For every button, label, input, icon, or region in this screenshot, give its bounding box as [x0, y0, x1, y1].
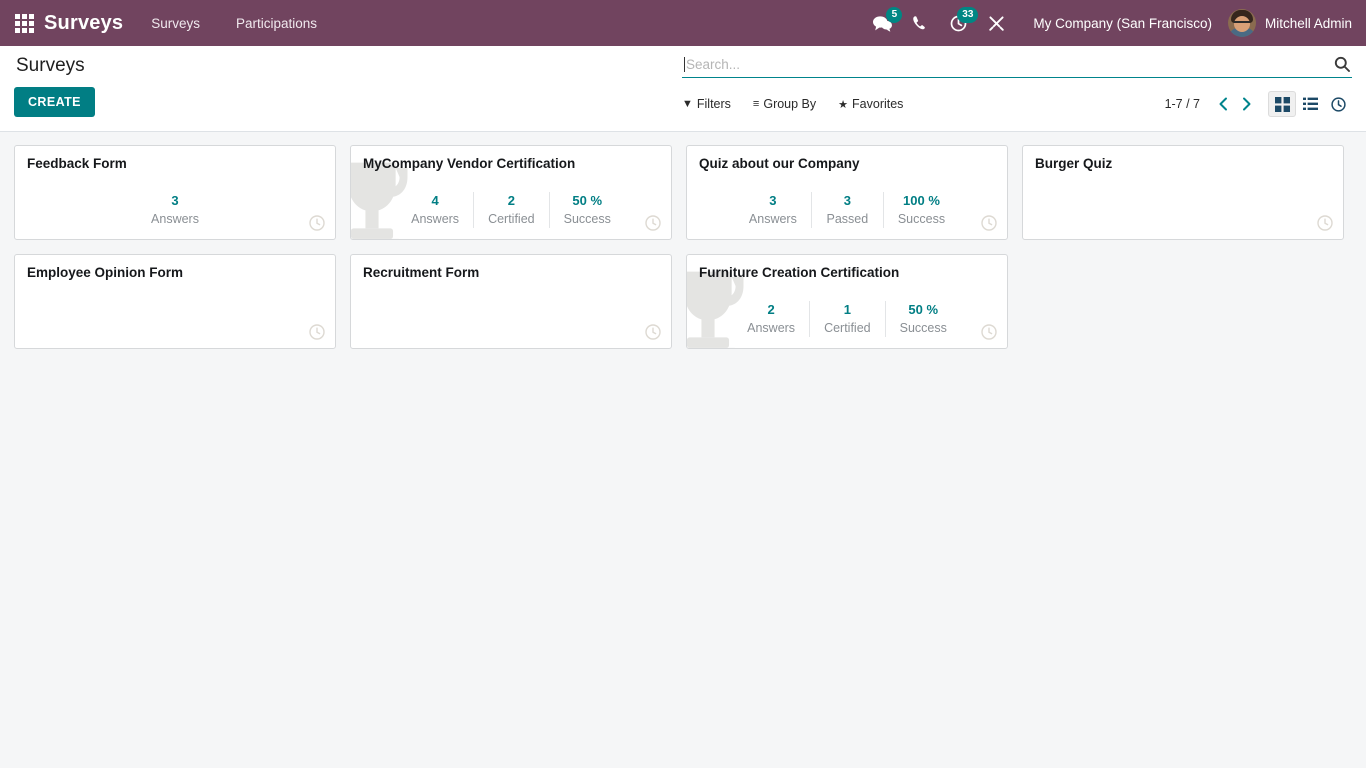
- survey-stat-label: Success: [563, 211, 611, 226]
- control-panel-right: ▼ Filters ≡ Group By ★ Favorites 1-7 / 7: [682, 46, 1352, 117]
- filters-row: ▼ Filters ≡ Group By ★ Favorites 1-7 / 7: [682, 91, 1352, 117]
- survey-card-title: Burger Quiz: [1035, 156, 1113, 171]
- survey-stat[interactable]: 100 % Success: [882, 192, 959, 228]
- filters-label: Filters: [696, 97, 731, 111]
- survey-card-clock-icon[interactable]: [981, 215, 997, 231]
- survey-stat-value: 4: [431, 193, 439, 208]
- user-menu[interactable]: Mitchell Admin: [1227, 9, 1352, 37]
- top-navbar: Surveys Surveys Participations 5 33 My C…: [0, 0, 1366, 46]
- survey-stat-label: Answers: [748, 211, 797, 226]
- activities-clock-icon[interactable]: 33: [943, 7, 979, 38]
- survey-card[interactable]: Burger Quiz: [1022, 145, 1344, 240]
- survey-card-clock-icon[interactable]: [981, 324, 997, 340]
- kanban-view-icon[interactable]: [1268, 91, 1296, 117]
- survey-card[interactable]: Feedback Form 3 Answers: [14, 145, 336, 240]
- survey-card-stats: 3 Answers: [15, 192, 335, 228]
- survey-card-stats: 2 Answers 1 Certified 50 % Success: [687, 301, 1007, 337]
- company-switcher[interactable]: My Company (San Francisco): [1033, 16, 1212, 31]
- survey-stat[interactable]: 2 Answers: [733, 301, 809, 337]
- survey-card-stats: 3 Answers 3 Passed 100 % Success: [687, 192, 1007, 228]
- survey-stat-value: 100 %: [903, 193, 940, 208]
- survey-card-title: Furniture Creation Certification: [699, 265, 900, 280]
- survey-stat-label: Success: [899, 320, 947, 335]
- survey-stat-value: 50 %: [908, 302, 939, 317]
- survey-card-stats: 4 Answers 2 Certified 50 % Success: [351, 192, 671, 228]
- search-caret: [684, 56, 685, 72]
- survey-stat[interactable]: 50 % Success: [548, 192, 625, 228]
- search-bar[interactable]: [682, 56, 1352, 78]
- survey-stat-value: 3: [843, 193, 851, 208]
- survey-stat[interactable]: 3 Answers: [735, 192, 811, 228]
- survey-stat-value: 2: [507, 193, 515, 208]
- survey-card-clock-icon[interactable]: [309, 215, 325, 231]
- page-title: Surveys: [16, 55, 85, 76]
- filters-dropdown[interactable]: ▼ Filters: [682, 97, 731, 111]
- survey-stat-value: 3: [769, 193, 777, 208]
- survey-stat-label: Answers: [151, 211, 199, 226]
- messages-badge: 5: [886, 7, 903, 23]
- favorites-label: Favorites: [852, 97, 904, 111]
- debug-wrench-icon[interactable]: [981, 8, 1011, 38]
- survey-card-clock-icon[interactable]: [309, 324, 325, 340]
- survey-stat[interactable]: 50 % Success: [884, 301, 961, 337]
- kanban-container: Feedback Form 3 Answers MyCompany Vendor Ce…: [0, 132, 1366, 768]
- survey-card-clock-icon[interactable]: [645, 215, 661, 231]
- bars-icon: ≡: [752, 98, 760, 110]
- menu-item-surveys[interactable]: Surveys: [151, 16, 200, 31]
- pager-next-icon[interactable]: [1235, 95, 1258, 113]
- search-icon[interactable]: [1328, 56, 1350, 72]
- survey-stat-label: Certified: [488, 211, 535, 226]
- survey-stat-label: Passed: [826, 211, 869, 226]
- pager-counter[interactable]: 1-7 / 7: [1165, 97, 1200, 111]
- list-view-icon[interactable]: [1296, 91, 1324, 117]
- messages-icon[interactable]: 5: [867, 7, 903, 38]
- survey-stat[interactable]: 2 Certified: [473, 192, 549, 228]
- survey-card-title: MyCompany Vendor Certification: [363, 156, 576, 171]
- survey-card[interactable]: MyCompany Vendor Certification 4 Answers 2 C…: [350, 145, 672, 240]
- star-icon: ★: [838, 98, 849, 111]
- survey-stat[interactable]: 3 Answers: [137, 192, 213, 228]
- apps-grid-icon[interactable]: [10, 9, 38, 37]
- survey-stat-value: 1: [843, 302, 851, 317]
- survey-stat-value: 2: [767, 302, 775, 317]
- control-panel: Surveys CREATE ▼ Filters ≡ Group By: [0, 46, 1366, 132]
- survey-stat-value: 3: [171, 193, 179, 208]
- survey-stat-value: 50 %: [572, 193, 603, 208]
- survey-stat[interactable]: 3 Passed: [810, 192, 883, 228]
- survey-card[interactable]: Recruitment Form: [350, 254, 672, 349]
- survey-stat-label: Success: [897, 211, 946, 226]
- survey-card[interactable]: Quiz about our Company 3 Answers 3 Passed 100…: [686, 145, 1008, 240]
- avatar: [1227, 9, 1256, 37]
- survey-card-title: Employee Opinion Form: [27, 265, 184, 280]
- survey-stat-label: Answers: [411, 211, 460, 226]
- activity-view-icon[interactable]: [1324, 91, 1352, 117]
- survey-card-clock-icon[interactable]: [645, 324, 661, 340]
- control-panel-left: Surveys CREATE: [14, 46, 682, 117]
- phone-icon[interactable]: [905, 8, 935, 38]
- group-by-label: Group By: [763, 97, 817, 111]
- survey-stat[interactable]: 4 Answers: [397, 192, 473, 228]
- survey-stat-label: Certified: [824, 320, 871, 335]
- survey-card[interactable]: Employee Opinion Form: [14, 254, 336, 349]
- menu-item-participations[interactable]: Participations: [236, 16, 317, 31]
- survey-card-title: Recruitment Form: [363, 265, 480, 280]
- group-by-dropdown[interactable]: ≡ Group By: [753, 97, 816, 111]
- survey-card[interactable]: Furniture Creation Certification 2 Answers…: [686, 254, 1008, 349]
- activities-badge: 33: [957, 7, 979, 23]
- survey-card-clock-icon[interactable]: [1317, 215, 1333, 231]
- survey-stat[interactable]: 1 Certified: [809, 301, 885, 337]
- app-brand-surveys[interactable]: Surveys: [44, 12, 123, 35]
- survey-card-title: Quiz about our Company: [699, 156, 860, 171]
- create-button[interactable]: CREATE: [14, 86, 95, 117]
- survey-stat-label: Answers: [747, 320, 796, 335]
- search-input[interactable]: [686, 56, 1328, 72]
- view-switcher: [1268, 91, 1352, 117]
- favorites-dropdown[interactable]: ★ Favorites: [838, 97, 903, 111]
- user-name: Mitchell Admin: [1264, 15, 1352, 31]
- survey-card-title: Feedback Form: [27, 156, 127, 171]
- pager-previous-icon[interactable]: [1212, 95, 1235, 113]
- funnel-icon: ▼: [682, 98, 693, 110]
